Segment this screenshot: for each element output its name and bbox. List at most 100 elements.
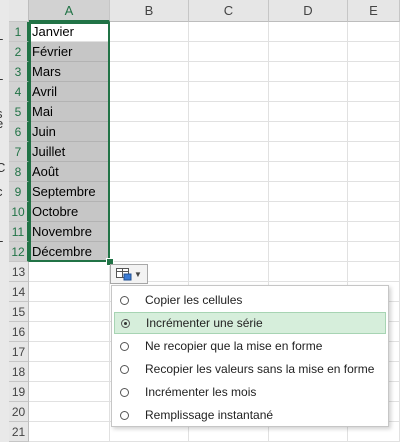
cell-e13[interactable]	[348, 262, 400, 282]
cell-c12[interactable]	[189, 242, 269, 262]
row-header[interactable]: 7	[9, 142, 29, 162]
cell-e3[interactable]	[348, 62, 400, 82]
cell-a20[interactable]	[29, 402, 110, 422]
cell-b9[interactable]	[110, 182, 189, 202]
column-header-d[interactable]: D	[269, 0, 348, 22]
cell-a21[interactable]	[29, 422, 110, 442]
cell-d10[interactable]	[269, 202, 348, 222]
row-header[interactable]: 12	[9, 242, 29, 262]
row-header[interactable]: 10	[9, 202, 29, 222]
cell-b3[interactable]	[110, 62, 189, 82]
menu-item-fill-months[interactable]: Incrémenter les mois	[114, 381, 386, 403]
select-all-corner[interactable]	[9, 0, 29, 22]
cell-d9[interactable]	[269, 182, 348, 202]
menu-item-flash-fill[interactable]: Remplissage instantané	[114, 404, 386, 426]
column-header-a[interactable]: A	[29, 0, 110, 22]
cell-a14[interactable]	[29, 282, 110, 302]
cell-b10[interactable]	[110, 202, 189, 222]
row-header[interactable]: 9	[9, 182, 29, 202]
cell-e8[interactable]	[348, 162, 400, 182]
cell-d11[interactable]	[269, 222, 348, 242]
cell-d12[interactable]	[269, 242, 348, 262]
cell-a15[interactable]	[29, 302, 110, 322]
cell-a5[interactable]: Mai	[29, 102, 110, 122]
row-header[interactable]: 3	[9, 62, 29, 82]
cell-a6[interactable]: Juin	[29, 122, 110, 142]
cell-b6[interactable]	[110, 122, 189, 142]
cell-c6[interactable]	[189, 122, 269, 142]
cell-a13[interactable]	[29, 262, 110, 282]
cell-c10[interactable]	[189, 202, 269, 222]
row-header[interactable]: 21	[9, 422, 29, 442]
cell-d7[interactable]	[269, 142, 348, 162]
cell-e11[interactable]	[348, 222, 400, 242]
cell-c2[interactable]	[189, 42, 269, 62]
row-header[interactable]: 14	[9, 282, 29, 302]
row-header[interactable]: 11	[9, 222, 29, 242]
column-header-c[interactable]: C	[189, 0, 269, 22]
cell-e5[interactable]	[348, 102, 400, 122]
cell-b2[interactable]	[110, 42, 189, 62]
column-header-b[interactable]: B	[110, 0, 189, 22]
row-header[interactable]: 2	[9, 42, 29, 62]
menu-item-copy-cells[interactable]: Copier les cellules	[114, 289, 386, 311]
cell-a7[interactable]: Juillet	[29, 142, 110, 162]
cell-e9[interactable]	[348, 182, 400, 202]
cell-d3[interactable]	[269, 62, 348, 82]
cell-b7[interactable]	[110, 142, 189, 162]
row-header[interactable]: 13	[9, 262, 29, 282]
cell-a16[interactable]	[29, 322, 110, 342]
cell-b1[interactable]	[110, 22, 189, 42]
cell-e4[interactable]	[348, 82, 400, 102]
row-header[interactable]: 19	[9, 382, 29, 402]
cell-e10[interactable]	[348, 202, 400, 222]
menu-item-fill-without-formatting[interactable]: Recopier les valeurs sans la mise en for…	[114, 358, 386, 380]
menu-item-fill-formatting-only[interactable]: Ne recopier que la mise en forme	[114, 335, 386, 357]
cell-b8[interactable]	[110, 162, 189, 182]
row-header[interactable]: 8	[9, 162, 29, 182]
row-header[interactable]: 5	[9, 102, 29, 122]
cell-a17[interactable]	[29, 342, 110, 362]
cell-c1[interactable]	[189, 22, 269, 42]
cell-c3[interactable]	[189, 62, 269, 82]
cell-a11[interactable]: Novembre	[29, 222, 110, 242]
cell-a3[interactable]: Mars	[29, 62, 110, 82]
cell-a12[interactable]: Décembre	[29, 242, 110, 262]
row-header[interactable]: 17	[9, 342, 29, 362]
row-header[interactable]: 20	[9, 402, 29, 422]
cell-a19[interactable]	[29, 382, 110, 402]
cell-a9[interactable]: Septembre	[29, 182, 110, 202]
cell-d1[interactable]	[269, 22, 348, 42]
cell-b5[interactable]	[110, 102, 189, 122]
cell-d4[interactable]	[269, 82, 348, 102]
autofill-options-button[interactable]: ▼	[110, 264, 148, 284]
row-header[interactable]: 4	[9, 82, 29, 102]
cell-c11[interactable]	[189, 222, 269, 242]
cell-e1[interactable]	[348, 22, 400, 42]
cell-d6[interactable]	[269, 122, 348, 142]
cell-d5[interactable]	[269, 102, 348, 122]
cell-d8[interactable]	[269, 162, 348, 182]
column-header-e[interactable]: E	[348, 0, 400, 22]
cell-d2[interactable]	[269, 42, 348, 62]
cell-c13[interactable]	[189, 262, 269, 282]
cell-e2[interactable]	[348, 42, 400, 62]
cell-a18[interactable]	[29, 362, 110, 382]
cell-c4[interactable]	[189, 82, 269, 102]
cell-c8[interactable]	[189, 162, 269, 182]
cell-a10[interactable]: Octobre	[29, 202, 110, 222]
cell-b11[interactable]	[110, 222, 189, 242]
row-header[interactable]: 1	[9, 22, 29, 42]
row-header[interactable]: 18	[9, 362, 29, 382]
cell-b12[interactable]	[110, 242, 189, 262]
cell-e12[interactable]	[348, 242, 400, 262]
cell-a1[interactable]: Janvier	[29, 22, 110, 42]
cell-e7[interactable]	[348, 142, 400, 162]
cell-c5[interactable]	[189, 102, 269, 122]
cell-a8[interactable]: Août	[29, 162, 110, 182]
cell-a4[interactable]: Avril	[29, 82, 110, 102]
cell-c9[interactable]	[189, 182, 269, 202]
cell-e6[interactable]	[348, 122, 400, 142]
row-header[interactable]: 16	[9, 322, 29, 342]
cell-a2[interactable]: Février	[29, 42, 110, 62]
